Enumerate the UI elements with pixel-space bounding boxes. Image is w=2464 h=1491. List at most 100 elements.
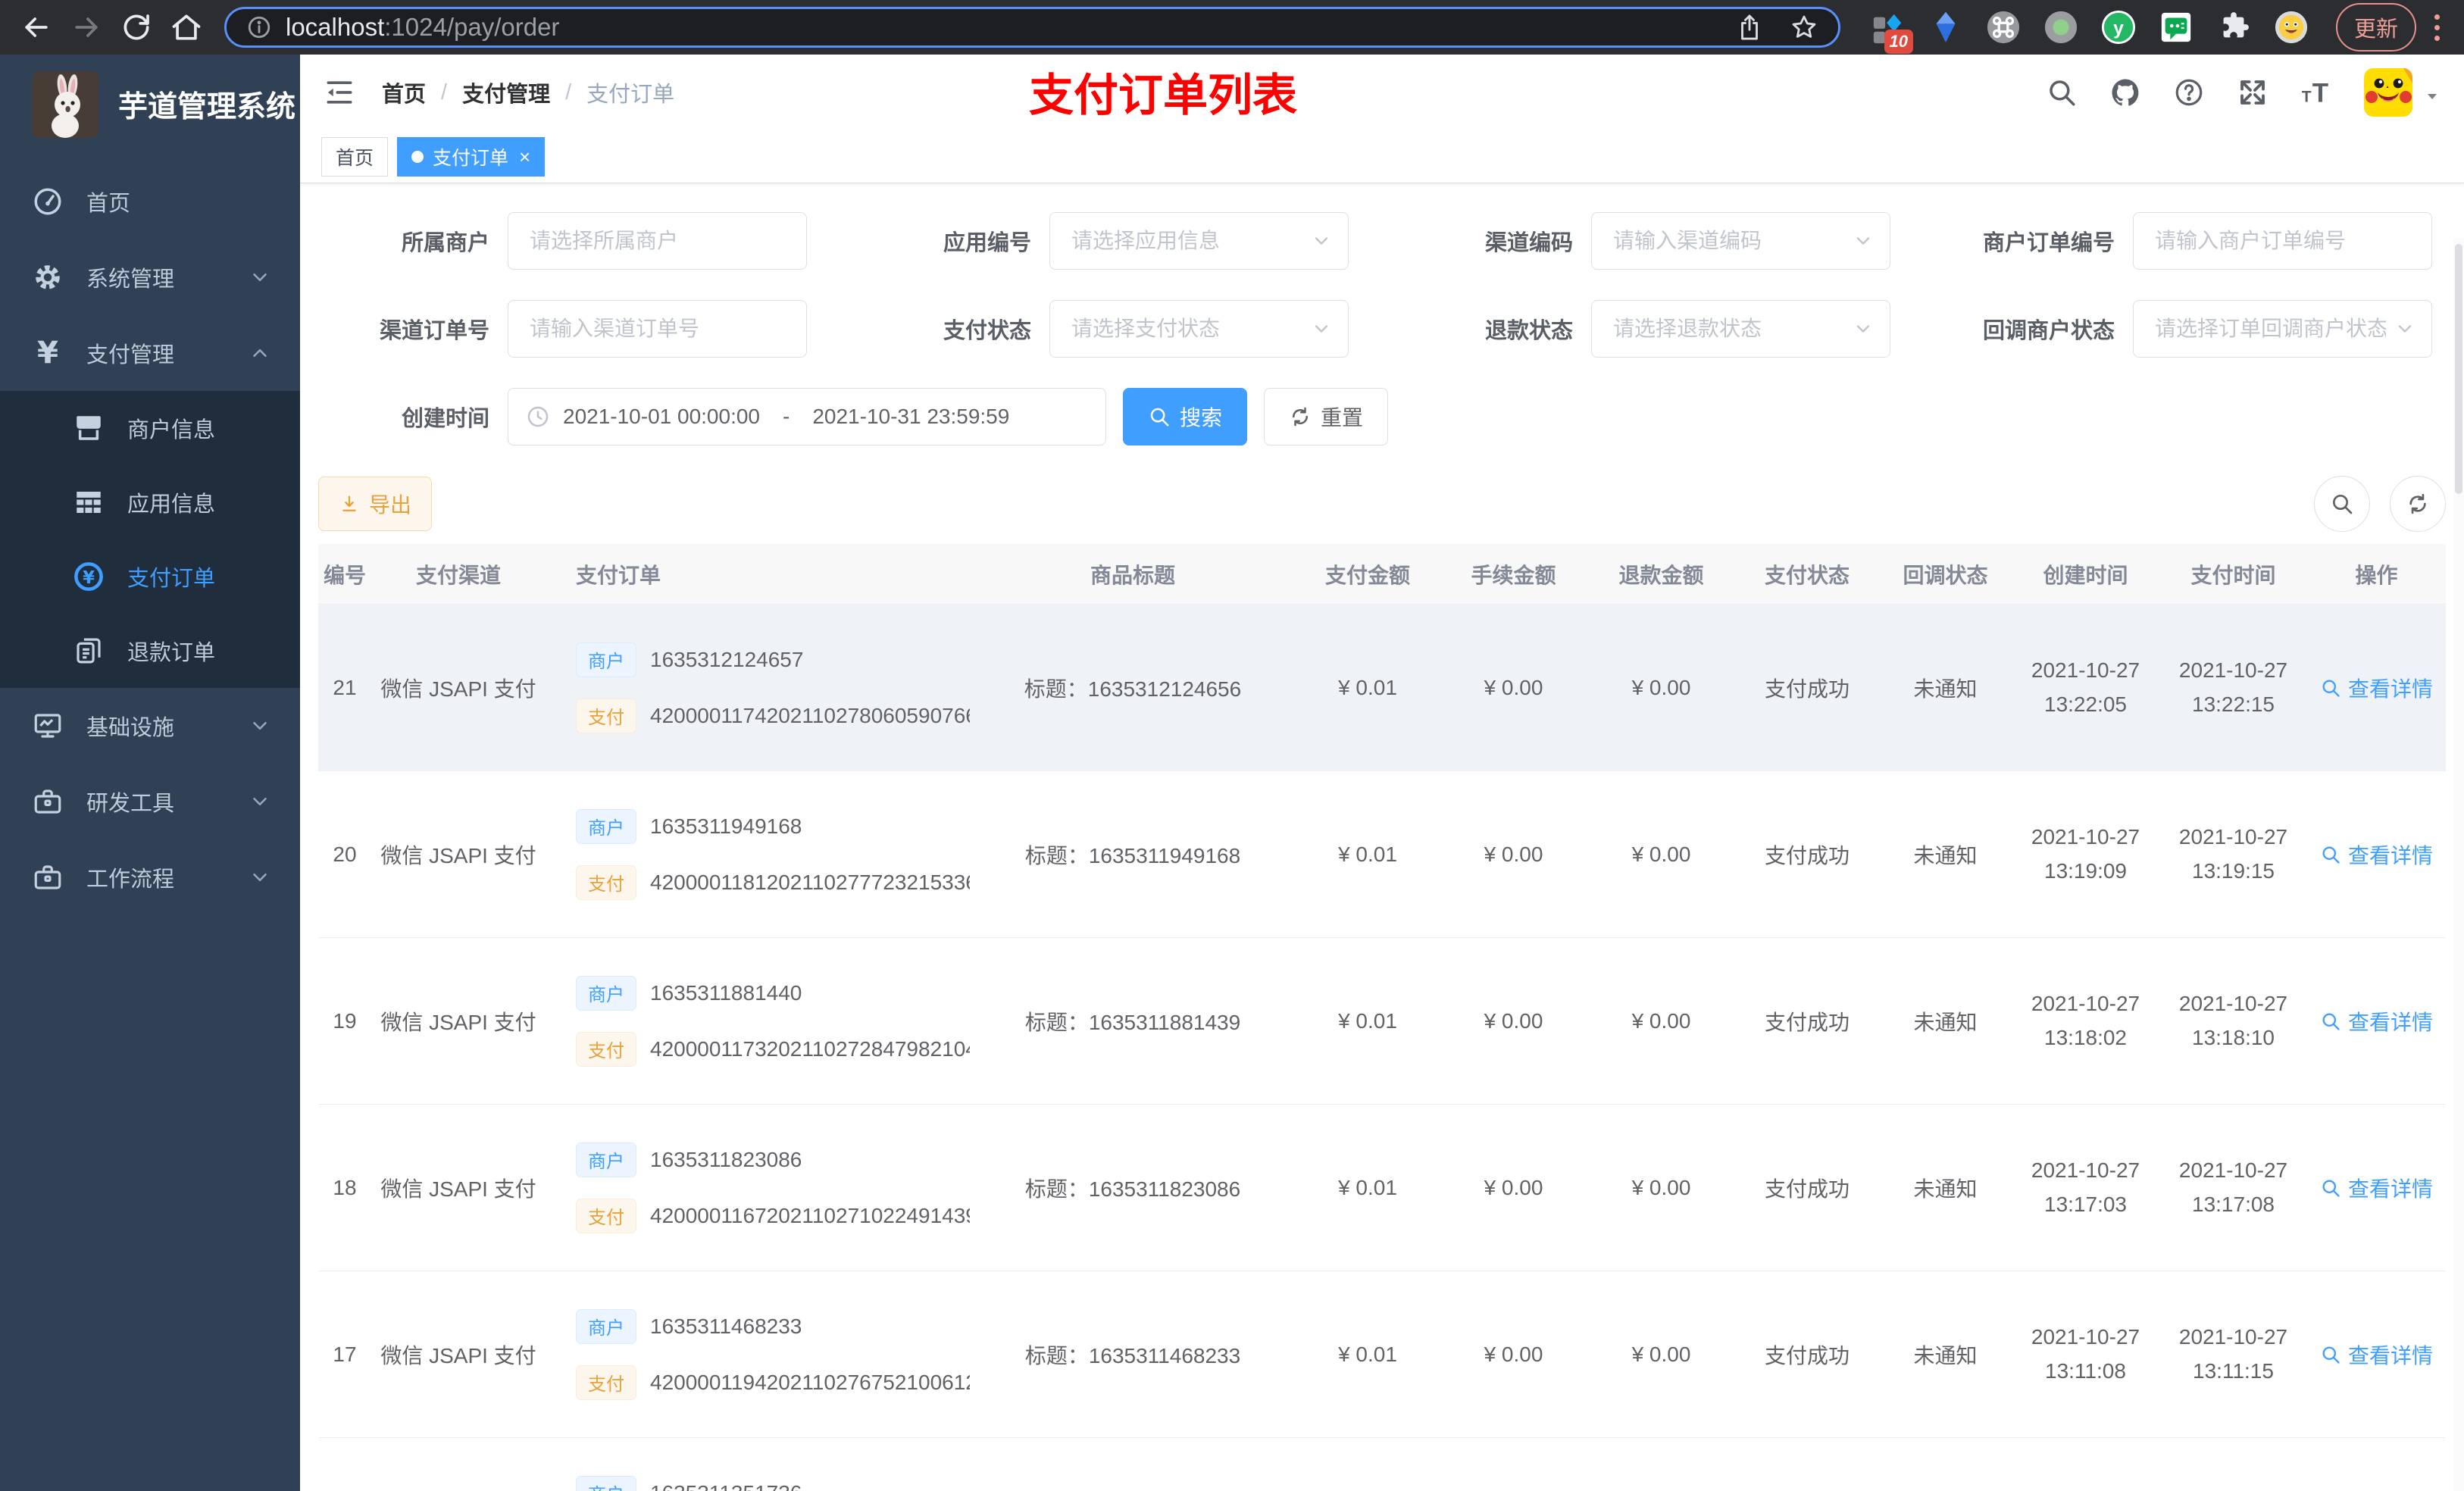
extension-yuque-icon[interactable]: y — [2101, 10, 2136, 45]
filter-label: 退款状态 — [1484, 319, 1573, 343]
fee-amount-cell: ¥ 0.00 — [1484, 842, 1543, 866]
sidebar-item-workflow[interactable]: 工作流程 — [0, 839, 300, 915]
sidebar-item-pay[interactable]: ¥ 支付管理 — [0, 315, 300, 391]
address-bar[interactable]: localhost:1024/pay/order — [224, 7, 1840, 48]
filter-channel-code: 渠道编码 — [1402, 212, 1890, 270]
toggle-search-button[interactable] — [2314, 476, 2370, 532]
product-title-cell: 标题：1635311949168 — [1024, 843, 1241, 867]
tab-close-icon[interactable]: × — [519, 147, 530, 167]
pay-channel-cell: 微信 JSAPI 支付 — [380, 1343, 536, 1368]
sidebar-item-infra[interactable]: 基础设施 — [0, 688, 300, 764]
refund-status-select[interactable] — [1591, 300, 1890, 358]
view-detail-link[interactable]: 查看详情 — [2320, 673, 2433, 703]
pay-status-select[interactable] — [1049, 300, 1349, 358]
channel-code-select[interactable] — [1591, 212, 1890, 270]
fee-amount-cell: ¥ 0.00 — [1484, 1008, 1543, 1033]
view-detail-link[interactable]: 查看详情 — [2320, 1339, 2433, 1370]
github-icon[interactable] — [2109, 77, 2141, 108]
browser-menu-icon[interactable] — [2430, 10, 2444, 45]
browser-back-icon[interactable] — [20, 11, 53, 44]
pay-status-cell: 支付成功 — [1764, 1010, 1850, 1034]
search-icon — [2322, 1346, 2340, 1364]
filter-label: 所属商户 — [401, 231, 489, 255]
sidebar-item-merchant-info[interactable]: 商户信息 — [0, 391, 300, 465]
sidebar-item-home[interactable]: 首页 — [0, 164, 300, 239]
sidebar-item-app-info[interactable]: 应用信息 — [0, 465, 300, 539]
pay-status-cell: 支付成功 — [1764, 1343, 1850, 1368]
browser-home-icon[interactable] — [170, 11, 203, 44]
action-cell: 查看详情 — [2307, 1271, 2446, 1437]
tab-home[interactable]: 首页 — [321, 136, 389, 177]
table-row: 19 微信 JSAPI 支付 商户 1635311881440 支付 42000… — [318, 938, 2446, 1105]
table-row: 18 微信 JSAPI 支付 商户 1635311823086 支付 42000… — [318, 1105, 2446, 1271]
header-search-icon[interactable] — [2046, 77, 2078, 108]
action-cell: 查看详情 — [2307, 1438, 2446, 1491]
filter-label: 渠道编码 — [1484, 231, 1573, 255]
channel-tag: 支付 — [576, 1198, 636, 1233]
merchant-order-no: 1635311823086 — [650, 1147, 802, 1171]
sidebar-item-label: 支付管理 — [86, 343, 175, 367]
tab-pay-order[interactable]: 支付订单 × — [397, 136, 546, 177]
tab-label: 支付订单 — [433, 147, 509, 169]
channel-tag: 支付 — [576, 864, 636, 900]
site-info-icon[interactable] — [246, 14, 272, 40]
fullscreen-icon[interactable] — [2237, 77, 2269, 108]
view-detail-link[interactable]: 查看详情 — [2320, 1173, 2433, 1203]
user-menu[interactable] — [2364, 68, 2441, 117]
svg-text:T: T — [2312, 78, 2328, 108]
pay-amount-cell: ¥ 0.01 — [1338, 1175, 1397, 1199]
app-logo[interactable]: 芋道管理系统 — [0, 55, 300, 153]
sidebar-item-pay-order[interactable]: ¥ 支付订单 — [0, 539, 300, 614]
fee-amount-cell: ¥ 0.00 — [1484, 1175, 1543, 1199]
table-settings — [2314, 476, 2446, 532]
browser-forward-icon[interactable] — [70, 11, 103, 44]
browser-extensions: 10 y — [1871, 10, 2309, 54]
reset-button[interactable]: 重置 — [1264, 388, 1389, 445]
share-icon[interactable] — [1735, 13, 1764, 42]
sidebar-item-refund-order[interactable]: 退款订单 — [0, 614, 300, 688]
column-header: 支付渠道 — [415, 563, 501, 587]
breadcrumb-pay[interactable]: 支付管理 — [462, 77, 550, 108]
bookmark-star-icon[interactable] — [1790, 13, 1818, 42]
extension-command-icon[interactable] — [1986, 10, 2021, 45]
extension-emoji-icon[interactable] — [2274, 10, 2309, 45]
view-detail-link[interactable]: 查看详情 — [2320, 839, 2433, 870]
extension-recorder-icon[interactable] — [2043, 10, 2078, 45]
help-icon[interactable] — [2173, 77, 2205, 108]
export-button[interactable]: 导出 — [318, 477, 433, 531]
extension-chat-icon[interactable] — [2159, 10, 2194, 45]
order-id-cell: 17 — [333, 1342, 357, 1366]
merchant-order-no: 1635312124657 — [650, 647, 804, 671]
extensions-puzzle-icon[interactable] — [2216, 10, 2251, 45]
view-detail-link[interactable]: 查看详情 — [2320, 1006, 2433, 1036]
channel-order-no: 4200001194202110276752100612 — [650, 1370, 970, 1394]
notify-status-select[interactable] — [2133, 300, 2432, 358]
notify-status-cell: 未通知 — [1913, 1177, 1978, 1201]
create-time-cell: 2021-10-27 13:22:05 — [2031, 658, 2140, 716]
download-icon — [339, 493, 360, 514]
sidebar-item-label: 首页 — [86, 192, 131, 216]
extension-gem-icon[interactable] — [1928, 10, 1963, 45]
filter-label: 回调商户状态 — [1982, 319, 2115, 343]
product-title-cell — [970, 1438, 1296, 1491]
app-select[interactable] — [1049, 212, 1349, 270]
search-button[interactable]: 搜索 — [1123, 388, 1248, 445]
browser-reload-icon[interactable] — [120, 11, 153, 44]
filter-app: 应用编号 — [860, 212, 1349, 270]
sidebar-item-dev-tools[interactable]: 研发工具 — [0, 764, 300, 839]
merchant-order-no-input[interactable] — [2133, 212, 2432, 270]
tab-label: 首页 — [336, 147, 374, 169]
channel-order-no-input[interactable] — [508, 300, 807, 358]
sidebar-item-system[interactable]: 系统管理 — [0, 239, 300, 315]
sidebar-fold-icon[interactable] — [323, 76, 356, 109]
refresh-table-button[interactable] — [2390, 476, 2446, 532]
date-range-picker[interactable]: 2021-10-01 00:00:00 - 2021-10-31 23:59:5… — [508, 388, 1106, 445]
extension-tabs-icon[interactable]: 10 — [1871, 10, 1913, 54]
breadcrumb-home[interactable]: 首页 — [382, 77, 426, 108]
font-size-icon[interactable]: TT — [2300, 77, 2332, 108]
merchant-select[interactable] — [508, 212, 807, 270]
scrollbar-thumb[interactable] — [2455, 244, 2462, 494]
browser-update-button[interactable]: 更新 — [2335, 3, 2416, 52]
grid-icon — [73, 486, 105, 518]
scrollbar-track[interactable] — [2453, 238, 2464, 1491]
